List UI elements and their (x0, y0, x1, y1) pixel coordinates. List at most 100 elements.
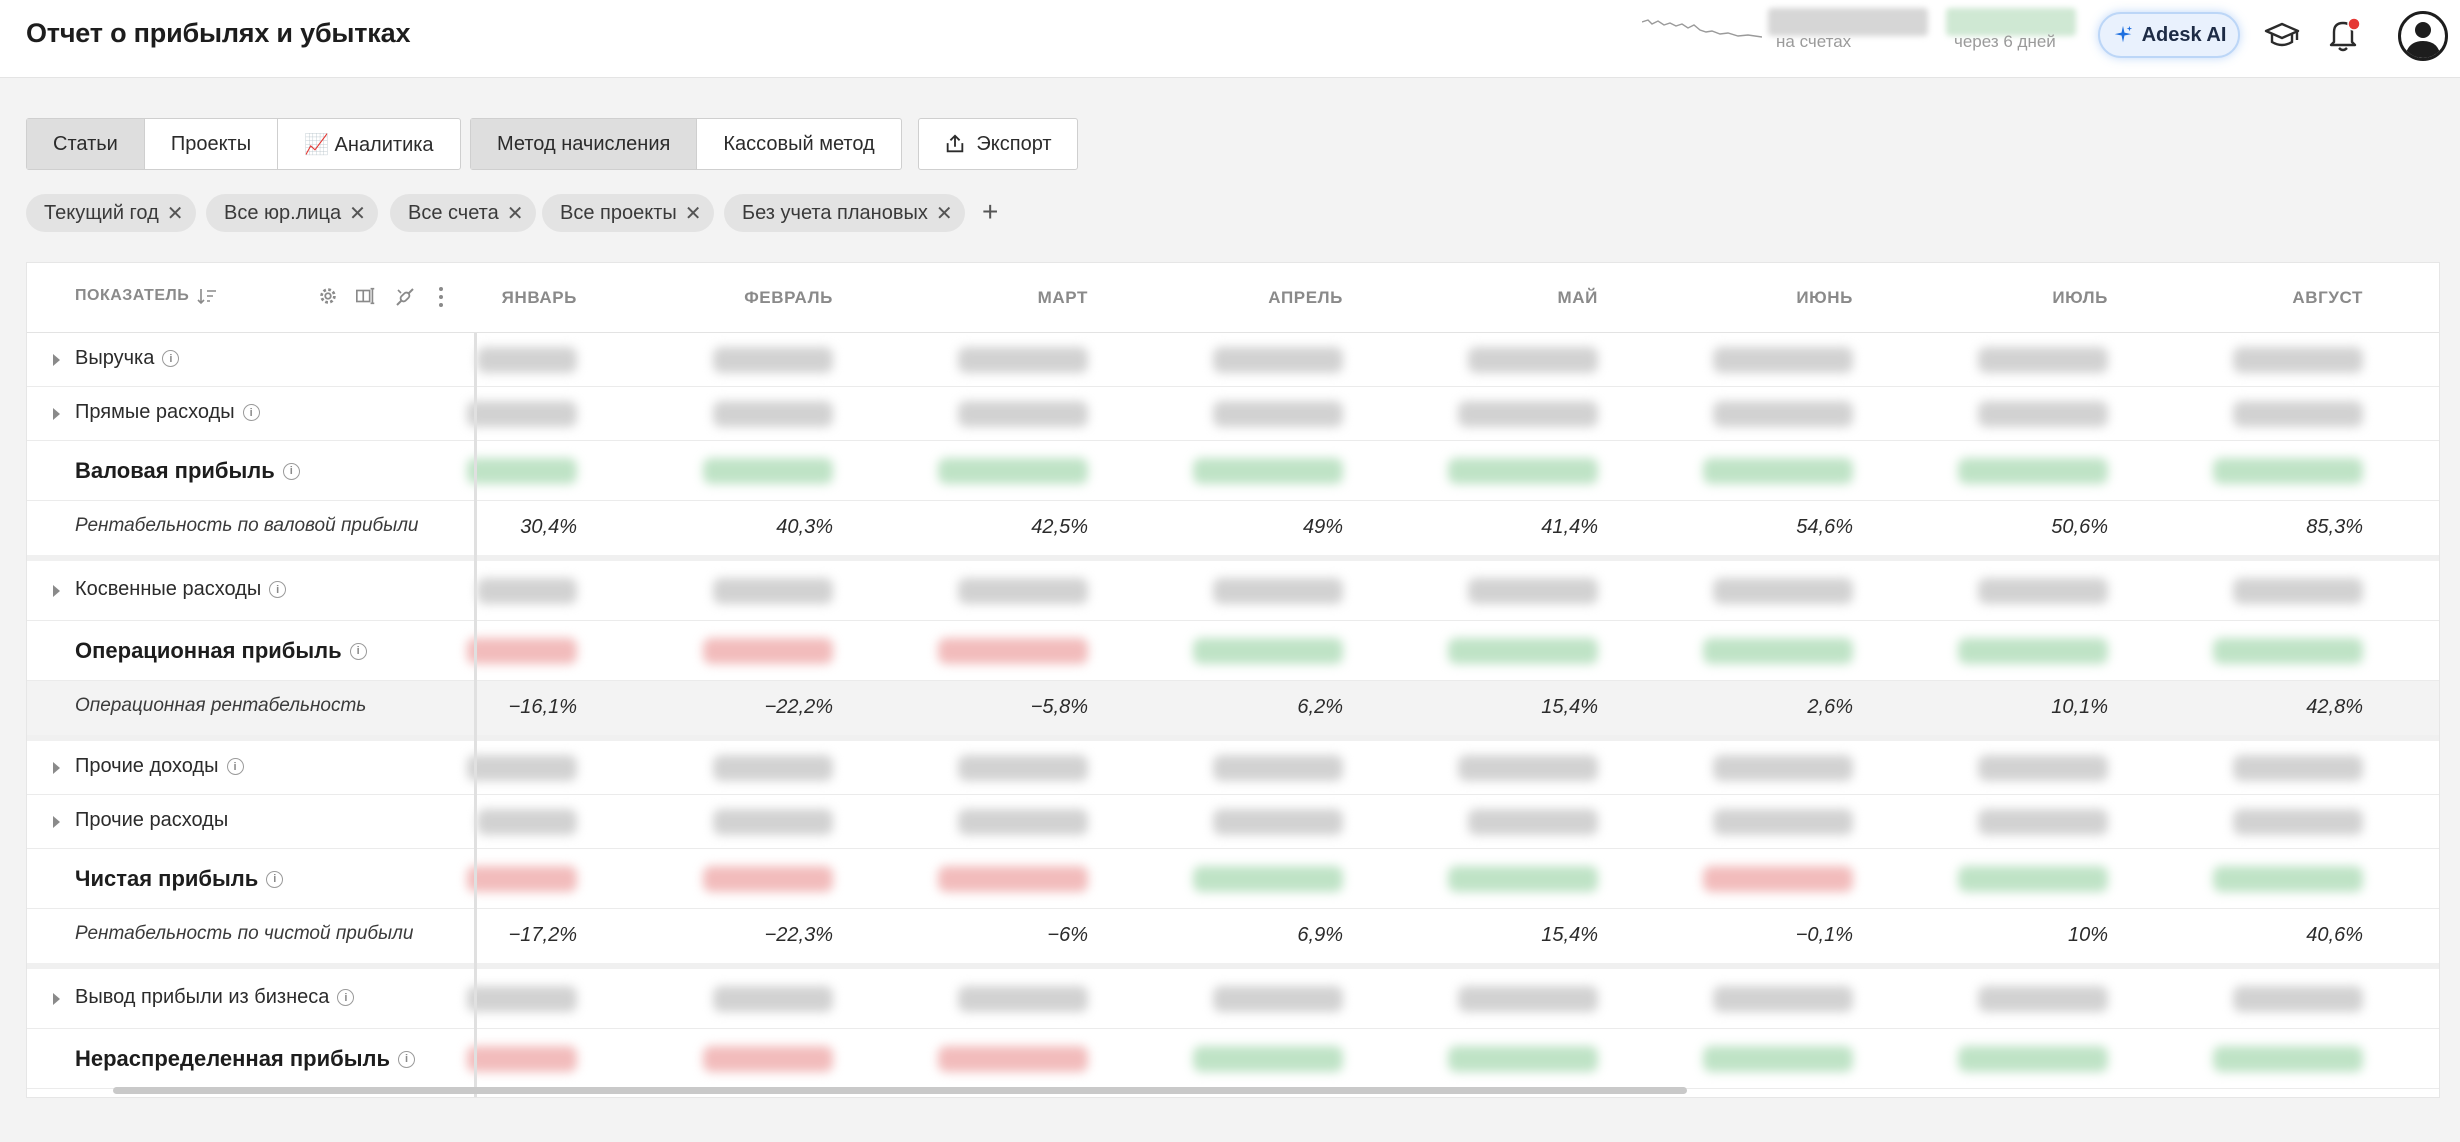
table-row: Рентабельность по валовой прибыли 30,4% 40… (27, 501, 2439, 561)
value-cell: 6,9% (1297, 924, 1343, 946)
row-label-text: Прочие доходы (75, 755, 219, 777)
sort-icon[interactable] (197, 287, 217, 305)
filter-chip-accounts[interactable]: Все счета ✕ (390, 194, 536, 232)
info-icon[interactable]: i (242, 404, 260, 421)
hidden-amount (1703, 638, 1853, 664)
hidden-amount (703, 1046, 833, 1072)
hidden-amount (467, 638, 577, 664)
indicator-header[interactable]: ПОКАЗАТЕЛЬ (75, 287, 217, 305)
table-row[interactable]: Косвенные расходы i (27, 561, 2439, 621)
caret-right-icon[interactable] (53, 816, 60, 828)
hidden-amount (2233, 809, 2363, 835)
value-cell: −16,1% (508, 696, 577, 718)
filter-chip-period[interactable]: Текущий год ✕ (26, 194, 196, 232)
hidden-amount (938, 1046, 1088, 1072)
plus-icon[interactable]: + (982, 196, 998, 228)
tab-cash-method[interactable]: Кассовый метод (697, 119, 900, 169)
tab-analytics[interactable]: 📈 Аналитика (278, 119, 459, 169)
horizontal-scrollbar[interactable] (113, 1087, 1687, 1094)
caret-right-icon[interactable] (53, 408, 60, 420)
hidden-amount (467, 755, 577, 781)
adesk-ai-button[interactable]: Adesk AI (2098, 12, 2240, 58)
gear-icon[interactable] (317, 285, 339, 307)
table-row[interactable]: Вывод прибыли из бизнеса i (27, 969, 2439, 1029)
frozen-column-divider (474, 333, 477, 1097)
info-icon[interactable]: i (269, 581, 287, 598)
hidden-amount (1213, 755, 1343, 781)
month-header: ИЮЛЬ (2052, 288, 2108, 307)
hidden-amount (477, 347, 577, 373)
filter-chip-label: Все счета (408, 201, 499, 224)
hidden-amount (467, 1046, 577, 1072)
row-label: Прямые расходы i (75, 401, 260, 424)
close-icon[interactable]: ✕ (349, 201, 366, 226)
bell-icon[interactable] (2326, 16, 2362, 54)
row-label-text: Валовая прибыль (75, 458, 275, 483)
caret-right-icon[interactable] (53, 354, 60, 366)
row-label: Вывод прибыли из бизнеса i (75, 986, 355, 1009)
close-icon[interactable]: ✕ (685, 201, 702, 226)
caret-right-icon[interactable] (53, 585, 60, 597)
info-icon[interactable]: i (349, 642, 367, 660)
filter-chip-label: Без учета плановых (742, 201, 928, 224)
close-icon[interactable]: ✕ (507, 201, 524, 226)
export-button[interactable]: Экспорт (918, 118, 1078, 170)
hidden-amount (1193, 458, 1343, 484)
value-cell: 15,4% (1541, 696, 1598, 718)
caret-right-icon[interactable] (53, 762, 60, 774)
tab-articles[interactable]: Статьи (27, 119, 145, 169)
hidden-amount (938, 866, 1088, 892)
info-icon[interactable]: i (226, 758, 244, 775)
close-icon[interactable]: ✕ (167, 201, 184, 226)
view-tabs: Статьи Проекты 📈 Аналитика (26, 118, 461, 170)
hidden-amount (958, 401, 1088, 427)
filter-chip-projects[interactable]: Все проекты ✕ (542, 194, 714, 232)
info-icon[interactable]: i (282, 462, 300, 480)
info-icon[interactable]: i (162, 350, 180, 367)
hidden-amount (1703, 458, 1853, 484)
row-label-text: Прочие расходы (75, 809, 229, 831)
value-cell: 50,6% (2051, 516, 2108, 538)
hidden-amount (703, 458, 833, 484)
user-avatar-icon[interactable] (2398, 11, 2448, 61)
graduation-cap-icon[interactable] (2264, 20, 2300, 52)
month-header: АПРЕЛЬ (1268, 288, 1343, 307)
hidden-amount (1458, 986, 1598, 1012)
hidden-amount (1213, 347, 1343, 373)
row-label: Операционная прибыль i (75, 638, 367, 664)
month-header: ИЮНЬ (1796, 288, 1853, 307)
info-icon[interactable]: i (398, 1050, 416, 1068)
value-cell: 2,6% (1807, 696, 1853, 718)
value-cell: 85,3% (2306, 516, 2363, 538)
table-row[interactable]: Прочие доходы i (27, 741, 2439, 795)
hidden-amount (1958, 1046, 2108, 1072)
table-row[interactable]: Выручка i (27, 333, 2439, 387)
hidden-amount (958, 986, 1088, 1012)
value-cell: 15,4% (1541, 924, 1598, 946)
columns-icon[interactable] (355, 285, 377, 307)
value-cell: −6% (1047, 924, 1088, 946)
close-icon[interactable]: ✕ (936, 201, 953, 226)
value-cell: −22,2% (764, 696, 833, 718)
filter-chip-entities[interactable]: Все юр.лица ✕ (206, 194, 378, 232)
row-label: Выручка i (75, 347, 180, 370)
value-cell: 42,5% (1031, 516, 1088, 538)
hidden-amount (713, 809, 833, 835)
hidden-amount (1703, 866, 1853, 892)
info-icon[interactable]: i (266, 870, 284, 888)
tab-accrual-method[interactable]: Метод начисления (471, 119, 698, 169)
hidden-amount (958, 809, 1088, 835)
hidden-amount (1713, 809, 1853, 835)
hidden-amount (1468, 578, 1598, 604)
info-icon[interactable]: i (337, 989, 355, 1006)
hidden-amount (2233, 401, 2363, 427)
hidden-amount (1468, 347, 1598, 373)
tab-projects[interactable]: Проекты (145, 119, 279, 169)
table-row[interactable]: Прямые расходы i (27, 387, 2439, 441)
filter-chip-planned[interactable]: Без учета плановых ✕ (724, 194, 965, 232)
hidden-amount (1713, 986, 1853, 1012)
hidden-amount (1978, 986, 2108, 1012)
table-row[interactable]: Прочие расходы (27, 795, 2439, 849)
row-label: Чистая прибыль i (75, 866, 284, 892)
caret-right-icon[interactable] (53, 993, 60, 1005)
